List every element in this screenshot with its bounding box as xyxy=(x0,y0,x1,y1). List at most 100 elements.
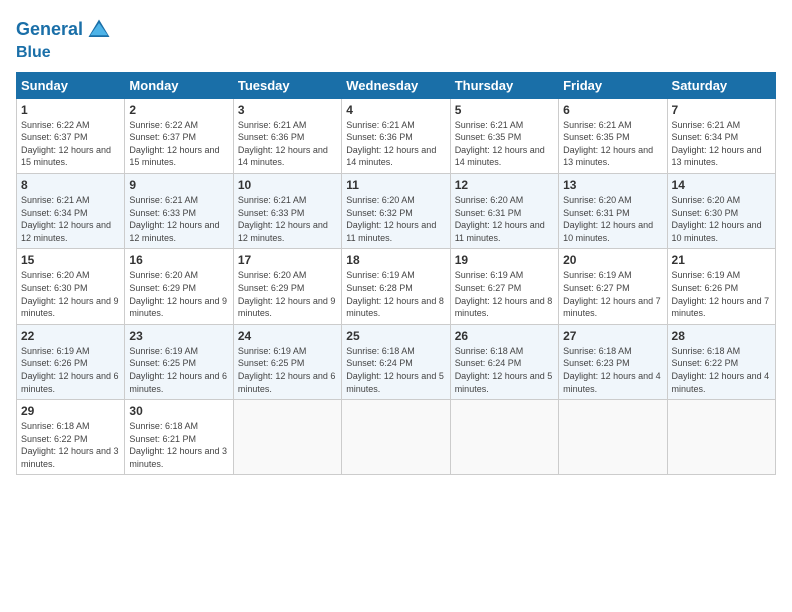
day-number: 4 xyxy=(346,103,445,117)
day-info: Sunrise: 6:21 AMSunset: 6:33 PMDaylight:… xyxy=(238,195,328,243)
day-info: Sunrise: 6:19 AMSunset: 6:26 PMDaylight:… xyxy=(672,270,770,318)
day-info: Sunrise: 6:21 AMSunset: 6:36 PMDaylight:… xyxy=(346,120,436,168)
logo-icon xyxy=(85,16,113,44)
day-number: 11 xyxy=(346,178,445,192)
calendar-cell xyxy=(667,400,775,475)
calendar-body: 1 Sunrise: 6:22 AMSunset: 6:37 PMDayligh… xyxy=(17,98,776,475)
day-number: 22 xyxy=(21,329,120,343)
calendar-table: SundayMondayTuesdayWednesdayThursdayFrid… xyxy=(16,72,776,476)
day-info: Sunrise: 6:20 AMSunset: 6:29 PMDaylight:… xyxy=(129,270,227,318)
day-info: Sunrise: 6:21 AMSunset: 6:34 PMDaylight:… xyxy=(21,195,111,243)
day-info: Sunrise: 6:20 AMSunset: 6:30 PMDaylight:… xyxy=(672,195,762,243)
day-number: 25 xyxy=(346,329,445,343)
day-info: Sunrise: 6:21 AMSunset: 6:34 PMDaylight:… xyxy=(672,120,762,168)
day-info: Sunrise: 6:19 AMSunset: 6:28 PMDaylight:… xyxy=(346,270,444,318)
calendar-cell: 16 Sunrise: 6:20 AMSunset: 6:29 PMDaylig… xyxy=(125,249,233,324)
day-number: 30 xyxy=(129,404,228,418)
day-number: 26 xyxy=(455,329,554,343)
day-info: Sunrise: 6:19 AMSunset: 6:27 PMDaylight:… xyxy=(563,270,661,318)
day-number: 18 xyxy=(346,253,445,267)
day-number: 20 xyxy=(563,253,662,267)
day-info: Sunrise: 6:20 AMSunset: 6:30 PMDaylight:… xyxy=(21,270,119,318)
day-info: Sunrise: 6:21 AMSunset: 6:36 PMDaylight:… xyxy=(238,120,328,168)
calendar-cell: 22 Sunrise: 6:19 AMSunset: 6:26 PMDaylig… xyxy=(17,324,125,399)
day-info: Sunrise: 6:18 AMSunset: 6:21 PMDaylight:… xyxy=(129,421,227,469)
day-number: 1 xyxy=(21,103,120,117)
calendar-cell: 8 Sunrise: 6:21 AMSunset: 6:34 PMDayligh… xyxy=(17,173,125,248)
day-info: Sunrise: 6:18 AMSunset: 6:22 PMDaylight:… xyxy=(672,346,770,394)
calendar-cell: 7 Sunrise: 6:21 AMSunset: 6:34 PMDayligh… xyxy=(667,98,775,173)
calendar-cell: 27 Sunrise: 6:18 AMSunset: 6:23 PMDaylig… xyxy=(559,324,667,399)
day-number: 7 xyxy=(672,103,771,117)
day-header-friday: Friday xyxy=(559,72,667,98)
day-number: 28 xyxy=(672,329,771,343)
day-info: Sunrise: 6:21 AMSunset: 6:33 PMDaylight:… xyxy=(129,195,219,243)
calendar-cell: 20 Sunrise: 6:19 AMSunset: 6:27 PMDaylig… xyxy=(559,249,667,324)
calendar-header-row: SundayMondayTuesdayWednesdayThursdayFrid… xyxy=(17,72,776,98)
day-info: Sunrise: 6:18 AMSunset: 6:23 PMDaylight:… xyxy=(563,346,661,394)
day-number: 2 xyxy=(129,103,228,117)
day-info: Sunrise: 6:20 AMSunset: 6:31 PMDaylight:… xyxy=(563,195,653,243)
day-header-tuesday: Tuesday xyxy=(233,72,341,98)
calendar-cell: 24 Sunrise: 6:19 AMSunset: 6:25 PMDaylig… xyxy=(233,324,341,399)
day-info: Sunrise: 6:19 AMSunset: 6:25 PMDaylight:… xyxy=(129,346,227,394)
calendar-cell xyxy=(450,400,558,475)
day-number: 21 xyxy=(672,253,771,267)
logo-blue-text: Blue xyxy=(16,44,51,62)
calendar-week-5: 29 Sunrise: 6:18 AMSunset: 6:22 PMDaylig… xyxy=(17,400,776,475)
calendar-cell: 23 Sunrise: 6:19 AMSunset: 6:25 PMDaylig… xyxy=(125,324,233,399)
day-info: Sunrise: 6:20 AMSunset: 6:31 PMDaylight:… xyxy=(455,195,545,243)
logo-text: General xyxy=(16,20,83,40)
day-number: 23 xyxy=(129,329,228,343)
calendar-cell: 5 Sunrise: 6:21 AMSunset: 6:35 PMDayligh… xyxy=(450,98,558,173)
day-number: 19 xyxy=(455,253,554,267)
calendar-cell: 25 Sunrise: 6:18 AMSunset: 6:24 PMDaylig… xyxy=(342,324,450,399)
day-number: 5 xyxy=(455,103,554,117)
logo: General Blue xyxy=(16,16,113,62)
calendar-cell: 11 Sunrise: 6:20 AMSunset: 6:32 PMDaylig… xyxy=(342,173,450,248)
day-number: 29 xyxy=(21,404,120,418)
day-info: Sunrise: 6:19 AMSunset: 6:27 PMDaylight:… xyxy=(455,270,553,318)
calendar-container: General Blue SundayMondayTuesdayWednesda… xyxy=(0,0,792,612)
calendar-cell: 12 Sunrise: 6:20 AMSunset: 6:31 PMDaylig… xyxy=(450,173,558,248)
day-number: 6 xyxy=(563,103,662,117)
day-number: 10 xyxy=(238,178,337,192)
day-info: Sunrise: 6:22 AMSunset: 6:37 PMDaylight:… xyxy=(21,120,111,168)
calendar-cell: 9 Sunrise: 6:21 AMSunset: 6:33 PMDayligh… xyxy=(125,173,233,248)
calendar-cell: 19 Sunrise: 6:19 AMSunset: 6:27 PMDaylig… xyxy=(450,249,558,324)
day-header-wednesday: Wednesday xyxy=(342,72,450,98)
calendar-cell: 14 Sunrise: 6:20 AMSunset: 6:30 PMDaylig… xyxy=(667,173,775,248)
day-number: 17 xyxy=(238,253,337,267)
calendar-cell: 2 Sunrise: 6:22 AMSunset: 6:37 PMDayligh… xyxy=(125,98,233,173)
calendar-cell: 29 Sunrise: 6:18 AMSunset: 6:22 PMDaylig… xyxy=(17,400,125,475)
day-number: 8 xyxy=(21,178,120,192)
calendar-week-4: 22 Sunrise: 6:19 AMSunset: 6:26 PMDaylig… xyxy=(17,324,776,399)
calendar-header: General Blue xyxy=(16,16,776,62)
calendar-cell xyxy=(559,400,667,475)
day-number: 9 xyxy=(129,178,228,192)
calendar-cell: 3 Sunrise: 6:21 AMSunset: 6:36 PMDayligh… xyxy=(233,98,341,173)
calendar-week-2: 8 Sunrise: 6:21 AMSunset: 6:34 PMDayligh… xyxy=(17,173,776,248)
day-number: 12 xyxy=(455,178,554,192)
day-number: 15 xyxy=(21,253,120,267)
day-number: 14 xyxy=(672,178,771,192)
calendar-cell: 1 Sunrise: 6:22 AMSunset: 6:37 PMDayligh… xyxy=(17,98,125,173)
calendar-cell: 10 Sunrise: 6:21 AMSunset: 6:33 PMDaylig… xyxy=(233,173,341,248)
calendar-cell: 30 Sunrise: 6:18 AMSunset: 6:21 PMDaylig… xyxy=(125,400,233,475)
day-info: Sunrise: 6:20 AMSunset: 6:29 PMDaylight:… xyxy=(238,270,336,318)
day-header-thursday: Thursday xyxy=(450,72,558,98)
day-info: Sunrise: 6:22 AMSunset: 6:37 PMDaylight:… xyxy=(129,120,219,168)
calendar-week-3: 15 Sunrise: 6:20 AMSunset: 6:30 PMDaylig… xyxy=(17,249,776,324)
day-info: Sunrise: 6:19 AMSunset: 6:25 PMDaylight:… xyxy=(238,346,336,394)
day-header-sunday: Sunday xyxy=(17,72,125,98)
calendar-cell: 21 Sunrise: 6:19 AMSunset: 6:26 PMDaylig… xyxy=(667,249,775,324)
calendar-cell: 6 Sunrise: 6:21 AMSunset: 6:35 PMDayligh… xyxy=(559,98,667,173)
day-info: Sunrise: 6:18 AMSunset: 6:24 PMDaylight:… xyxy=(346,346,444,394)
day-number: 16 xyxy=(129,253,228,267)
day-info: Sunrise: 6:18 AMSunset: 6:24 PMDaylight:… xyxy=(455,346,553,394)
day-info: Sunrise: 6:21 AMSunset: 6:35 PMDaylight:… xyxy=(455,120,545,168)
day-info: Sunrise: 6:21 AMSunset: 6:35 PMDaylight:… xyxy=(563,120,653,168)
day-number: 3 xyxy=(238,103,337,117)
calendar-cell xyxy=(342,400,450,475)
calendar-cell: 26 Sunrise: 6:18 AMSunset: 6:24 PMDaylig… xyxy=(450,324,558,399)
